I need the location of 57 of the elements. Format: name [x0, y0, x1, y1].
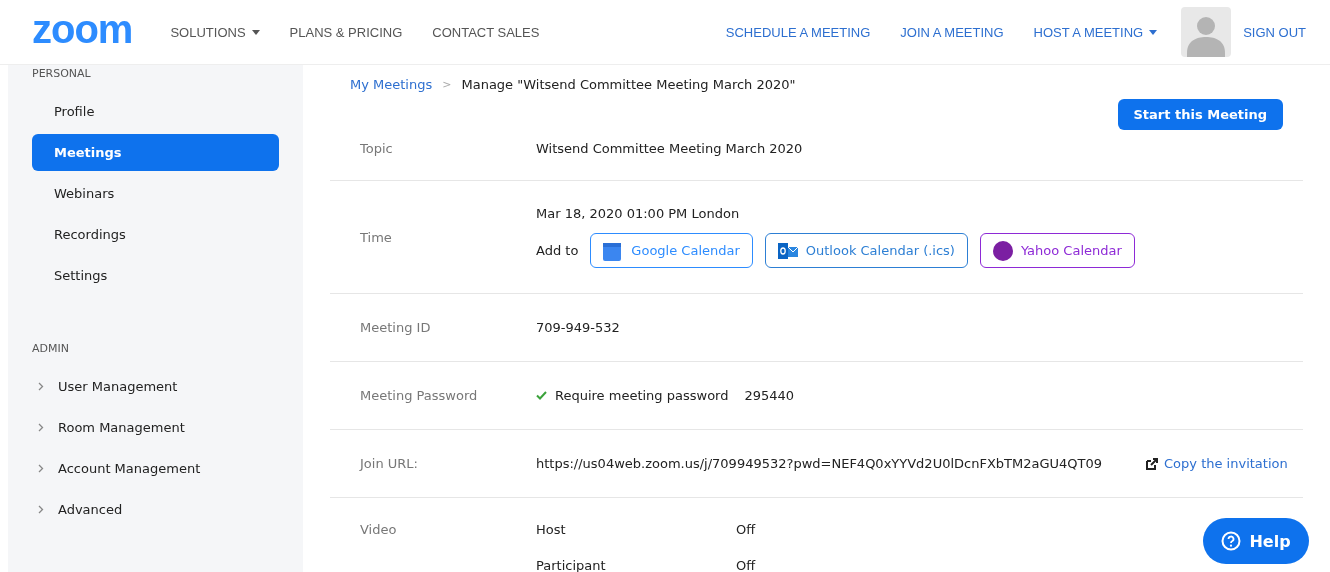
- sign-out-link[interactable]: SIGN OUT: [1243, 24, 1306, 40]
- calendar-logo-icon: [777, 240, 798, 261]
- nav-link[interactable]: HOST A MEETING: [1033, 24, 1158, 40]
- setting-name: Participant: [536, 558, 607, 572]
- section-heading: ADMIN: [32, 342, 70, 356]
- chevron-icon: [38, 464, 44, 473]
- chevron-icon: [38, 382, 44, 391]
- sidebar-item[interactable]: Settings: [32, 257, 279, 294]
- sidebar-item[interactable]: User Management: [32, 368, 279, 405]
- chevron-icon: [38, 423, 44, 432]
- field-label: Meeting Password: [360, 388, 479, 403]
- breadcrumb-current: Manage "Witsend Committee Meeting March 2020": [461, 77, 796, 92]
- sidebar-item[interactable]: Profile: [32, 93, 279, 130]
- sidebar-item[interactable]: Meetings: [32, 134, 279, 171]
- field-value: Witsend Committee Meeting March 2020: [536, 140, 803, 156]
- calendar-logo-icon: [992, 240, 1013, 261]
- avatar-icon: [1181, 7, 1232, 57]
- field-value: 709-949-532: [536, 320, 620, 335]
- breadcrumb-separator: >: [442, 78, 452, 91]
- nav-link[interactable]: SCHEDULE A MEETING: [725, 24, 871, 40]
- help-button[interactable]: Help: [1203, 518, 1309, 564]
- setting-value: Off: [736, 522, 756, 537]
- add-to-label: Add to: [536, 243, 579, 258]
- field-value: Require meeting password: [555, 388, 729, 403]
- calendar-button[interactable]: Outlook Calendar (.ics): [764, 233, 968, 268]
- section-heading: PERSONAL: [32, 67, 92, 81]
- field-label: Join URL:: [360, 456, 419, 471]
- calendar-button[interactable]: Yahoo Calendar: [979, 233, 1135, 268]
- calendar-button[interactable]: Google Calendar: [590, 233, 753, 268]
- logo[interactable]: zoom: [32, 9, 133, 49]
- setting-name: Host: [536, 522, 567, 537]
- copy-invitation-link[interactable]: Copy the invitation: [1146, 456, 1288, 471]
- nav-link[interactable]: CONTACT SALES: [432, 24, 540, 40]
- start-meeting-button[interactable]: Start this Meeting: [1117, 99, 1283, 130]
- calendar-logo-icon: [603, 240, 624, 261]
- nav-link[interactable]: PLANS & PRICING: [289, 24, 403, 40]
- chevron-icon: [38, 505, 44, 514]
- setting-value: Off: [736, 558, 756, 572]
- field-label: Meeting ID: [360, 320, 432, 335]
- nav-link[interactable]: SOLUTIONS: [170, 24, 260, 40]
- nav-link[interactable]: JOIN A MEETING: [900, 24, 1004, 40]
- field-value: Mar 18, 2020 01:00 PM London: [536, 206, 740, 221]
- field-value: https://us04web.zoom.us/j/709949532?pwd=NEF4Q0xYYVd2U0lDcnFXbTM2aGU4QT09: [536, 456, 1103, 471]
- caret-icon: [1149, 29, 1158, 35]
- password-value: 295440: [744, 388, 795, 403]
- field-label: Video: [360, 522, 398, 537]
- question-icon: [1221, 531, 1242, 551]
- sidebar-item[interactable]: Webinars: [32, 175, 279, 212]
- sidebar-item[interactable]: Advanced: [32, 491, 279, 528]
- sidebar-item[interactable]: Account Management: [32, 450, 279, 487]
- caret-icon: [251, 29, 260, 35]
- field-label: Time: [360, 229, 393, 245]
- share-icon: [1146, 457, 1159, 470]
- sidebar-item[interactable]: Recordings: [32, 216, 279, 253]
- sidebar-item[interactable]: Room Management: [32, 409, 279, 446]
- breadcrumb-link[interactable]: My Meetings: [350, 77, 433, 92]
- field-label: Topic: [360, 140, 394, 156]
